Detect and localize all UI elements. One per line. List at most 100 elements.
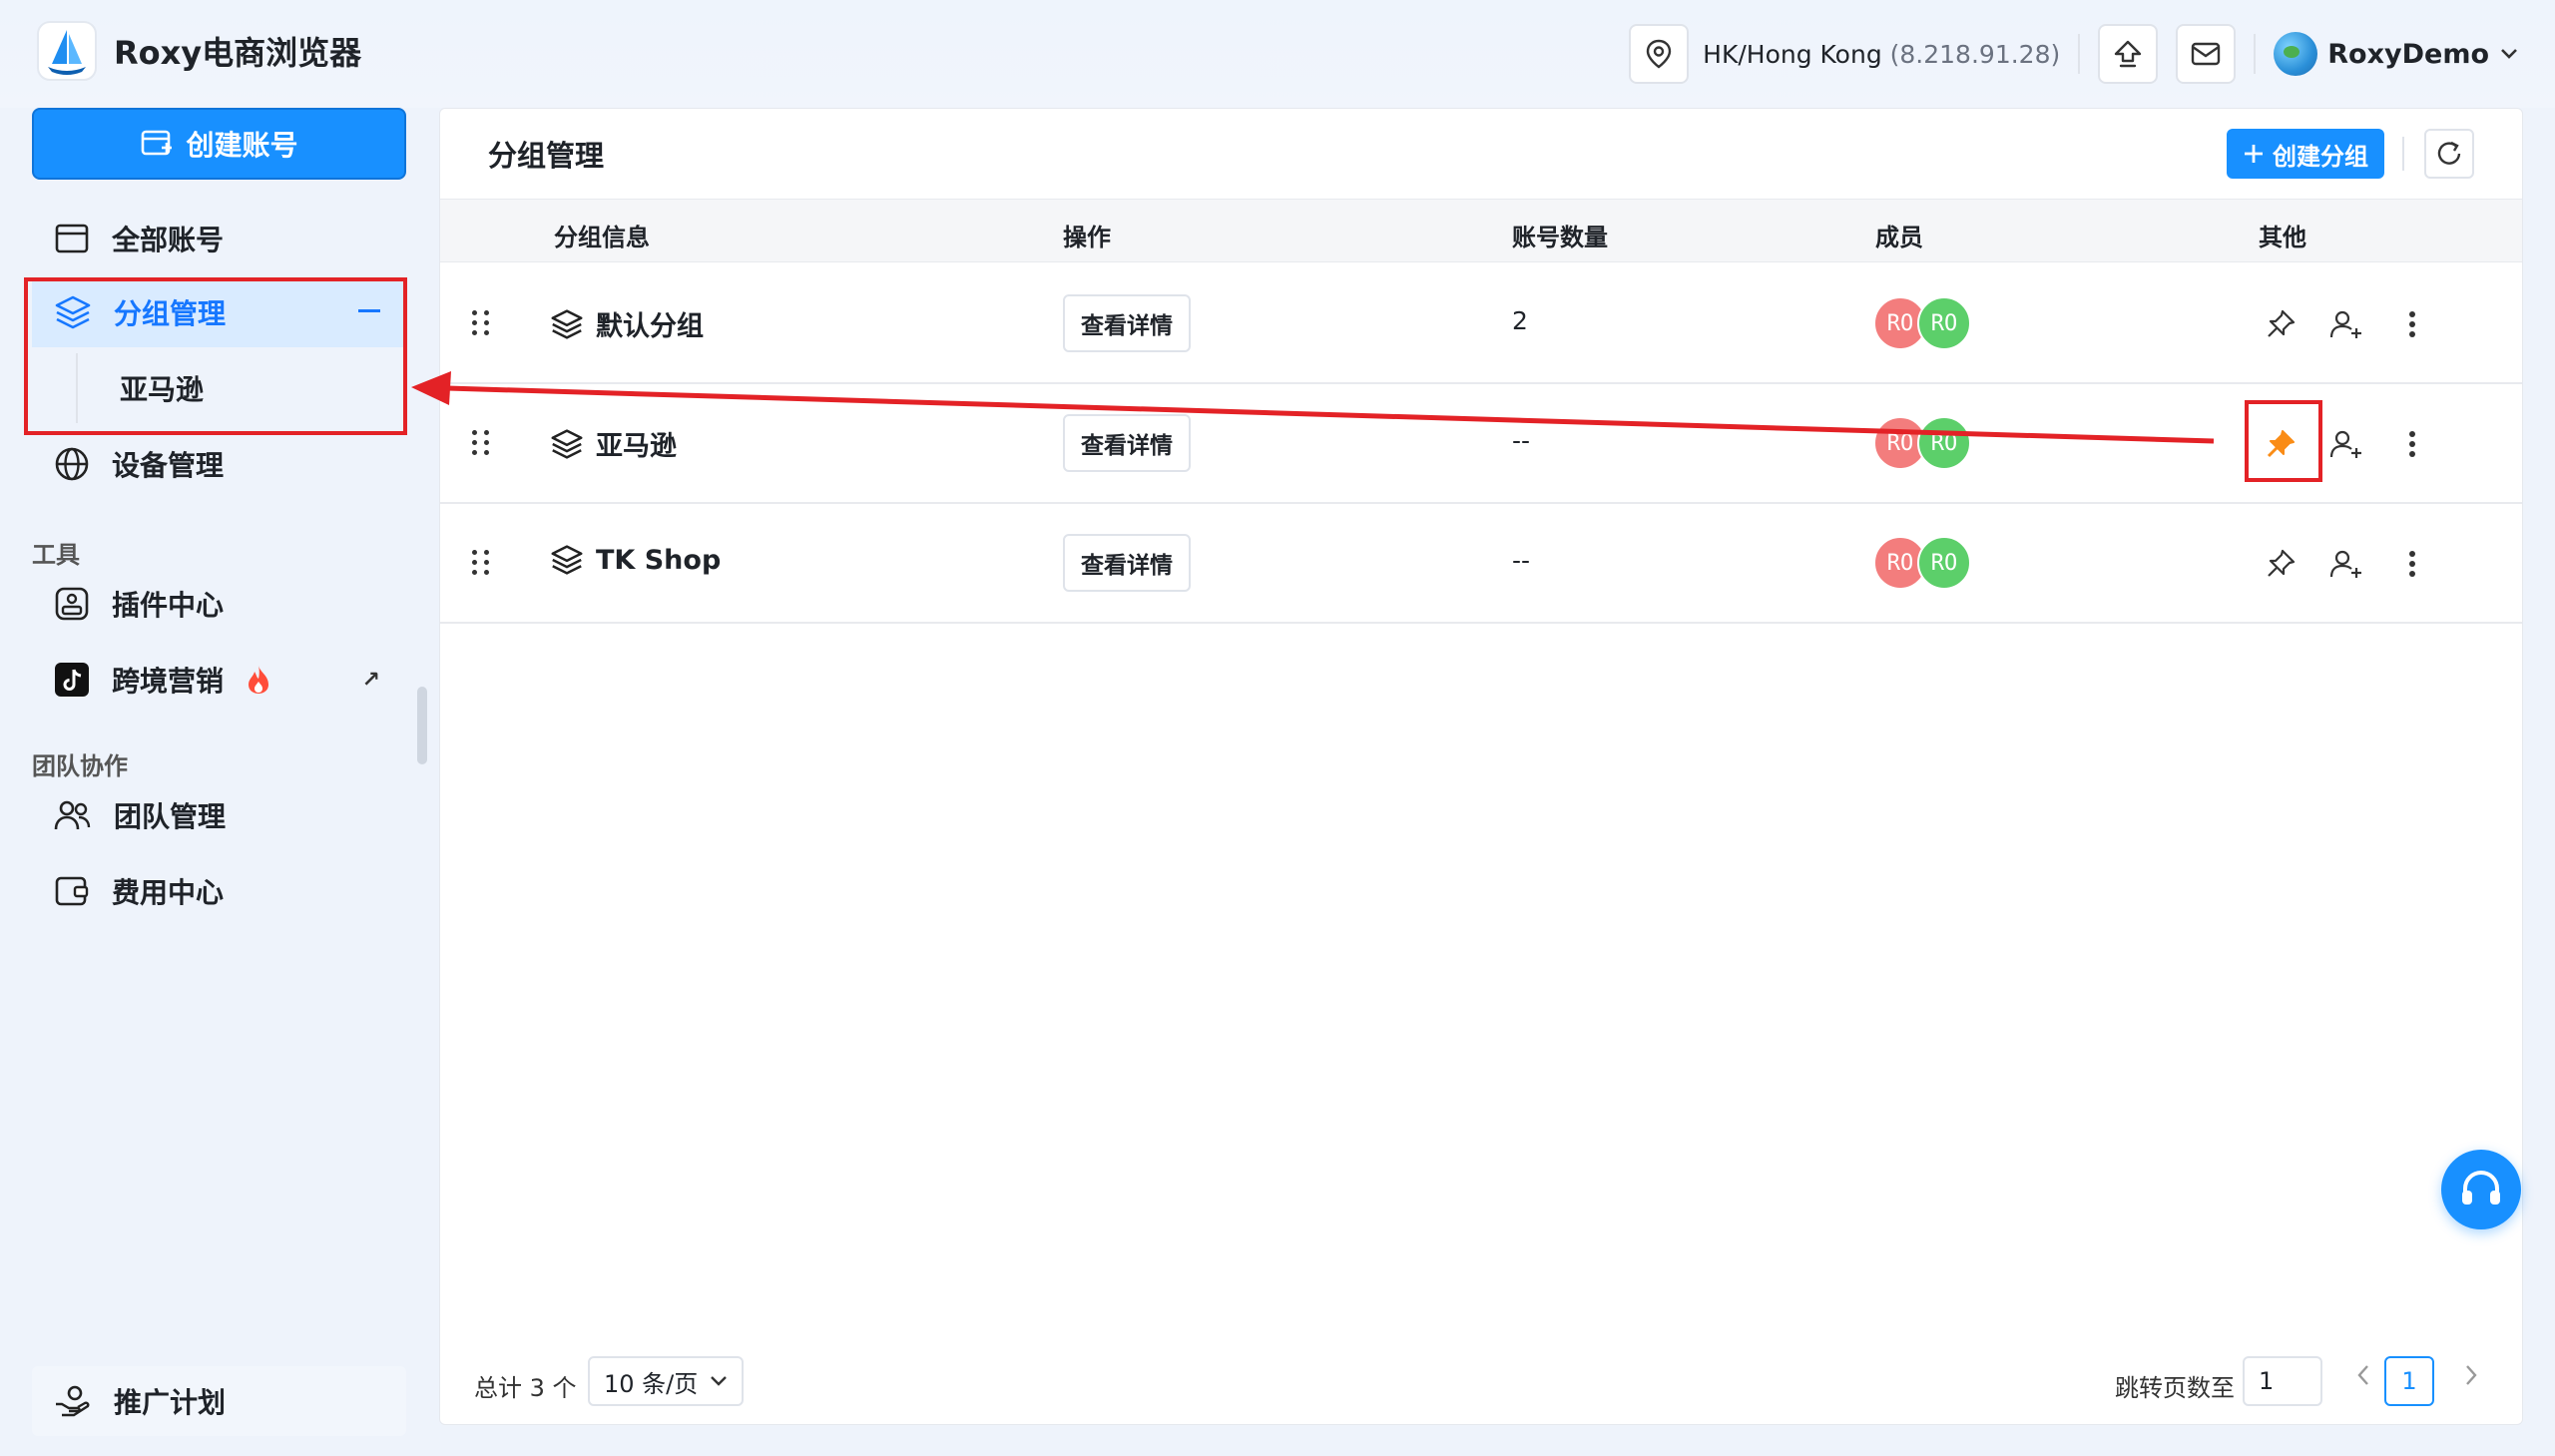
sidebar-item-cross-border-marketing[interactable]: 跨境营销 ↗: [32, 645, 406, 715]
add-member-icon[interactable]: [2328, 546, 2364, 582]
group-name-cell: 亚马逊: [550, 424, 677, 463]
team-icon: [54, 800, 91, 830]
add-member-icon[interactable]: [2328, 306, 2364, 342]
avatar: RO: [1917, 536, 1971, 590]
more-icon[interactable]: [2394, 546, 2430, 582]
mail-icon[interactable]: [2176, 24, 2237, 84]
layers-icon: [551, 308, 583, 339]
customer-support-button[interactable]: [2441, 1150, 2521, 1229]
sidebar-item-label: 设备管理: [112, 449, 225, 482]
jump-label: 跳转页数至: [2115, 1374, 2235, 1402]
external-link-icon: ↗: [361, 667, 380, 693]
jump-page-input[interactable]: [2243, 1356, 2322, 1406]
create-account-button[interactable]: 创建账号: [32, 108, 406, 180]
column-header: 操作: [1063, 224, 1111, 251]
drag-handle-icon[interactable]: [472, 550, 490, 575]
view-details-button[interactable]: 查看详情: [1063, 414, 1191, 472]
table-row: 亚马逊 查看详情 -- RO RO: [440, 384, 2522, 504]
page-number-current[interactable]: 1: [2384, 1356, 2434, 1406]
divider: [2254, 34, 2257, 74]
column-header: 账号数量: [1512, 224, 1608, 251]
chevron-right-icon[interactable]: [2464, 1364, 2478, 1386]
group-name-cell: TK Shop: [550, 544, 721, 576]
group-name-cell: 默认分组: [550, 304, 704, 343]
sidebar-scrollbar[interactable]: [417, 687, 427, 764]
avatar: RO: [1917, 416, 1971, 470]
sidebar-item-team-management[interactable]: 团队管理: [32, 780, 406, 850]
sidebar-item-label: 全部账号: [112, 224, 225, 256]
sidebar-item-label: 推广计划: [114, 1386, 227, 1419]
row-actions: [2263, 546, 2430, 582]
divider: [2402, 137, 2404, 171]
layers-icon: [551, 428, 583, 459]
member-avatars: RO RO: [1873, 536, 1971, 590]
account-count: 2: [1512, 306, 1528, 335]
create-group-button[interactable]: 创建分组: [2227, 129, 2384, 179]
pin-icon[interactable]: [2263, 546, 2299, 582]
account-count: --: [1512, 426, 1531, 455]
sidebar-item-plugin-center[interactable]: 插件中心: [32, 569, 406, 639]
globe-avatar: [2274, 32, 2318, 76]
sidebar-item-label: 团队管理: [114, 800, 227, 833]
group-name: TK Shop: [596, 544, 722, 576]
view-details-button[interactable]: 查看详情: [1063, 534, 1191, 592]
table-row: TK Shop 查看详情 -- RO RO: [440, 504, 2522, 624]
sidebar-item-label: 跨境营销: [112, 665, 225, 698]
wallet-icon: [55, 876, 89, 906]
column-header: 分组信息: [554, 224, 650, 251]
sidebar-item-all-accounts[interactable]: 全部账号: [32, 204, 406, 273]
brand: Roxy电商浏览器: [36, 20, 361, 82]
proxy-location[interactable]: HK/Hong Kong (8.218.91.28): [1629, 22, 2060, 86]
proxy-ip-label: (8.218.91.28): [1889, 39, 2061, 69]
plus-icon: [2245, 145, 2263, 163]
top-header: Roxy电商浏览器 HK/Hong Kong (8.218.91.28) Rox…: [0, 0, 2555, 108]
card-icon: [55, 224, 89, 253]
sidebar-item-promotion-plan[interactable]: 推广计划: [32, 1366, 406, 1436]
divider: [2078, 34, 2081, 74]
account-count: --: [1512, 546, 1531, 575]
pagination: 总计 3 个 10 条/页 跳转页数至 1: [440, 1334, 2522, 1424]
section-title-team: 团队协作: [32, 752, 128, 780]
page-size-select[interactable]: 10 条/页: [588, 1356, 744, 1406]
sidebar-item-device-management[interactable]: 设备管理: [32, 429, 406, 499]
location-icon[interactable]: [1629, 24, 1690, 84]
more-icon[interactable]: [2394, 426, 2430, 462]
upload-icon[interactable]: [2098, 24, 2159, 84]
chevron-left-icon[interactable]: [2356, 1364, 2370, 1386]
proxy-location-label: HK/Hong Kong: [1703, 39, 1882, 69]
column-header: 成员: [1875, 224, 1923, 251]
view-details-button[interactable]: 查看详情: [1063, 294, 1191, 352]
chevron-down-icon: [2501, 49, 2517, 59]
drag-handle-icon[interactable]: [472, 310, 490, 335]
headset-icon: [2462, 1171, 2500, 1205]
logo-icon: [37, 21, 97, 81]
annotation-highlight-pin: [2245, 400, 2322, 482]
chevron-down-icon: [711, 1376, 727, 1386]
layers-icon: [551, 545, 583, 575]
create-group-label: 创建分组: [2273, 142, 2368, 171]
globe-icon: [55, 447, 89, 481]
add-account-icon: [142, 130, 173, 156]
sidebar-item-billing-center[interactable]: 费用中心: [32, 856, 406, 926]
drag-handle-icon[interactable]: [472, 430, 490, 455]
refresh-icon: [2437, 141, 2461, 165]
more-icon[interactable]: [2394, 306, 2430, 342]
add-member-icon[interactable]: [2328, 426, 2364, 462]
create-account-label: 创建账号: [186, 129, 298, 162]
row-actions: [2263, 306, 2430, 342]
user-menu[interactable]: RoxyDemo: [2274, 32, 2519, 76]
group-name: 亚马逊: [596, 431, 677, 462]
refresh-button[interactable]: [2424, 129, 2474, 179]
plugin-icon: [55, 587, 89, 621]
section-title-tools: 工具: [32, 541, 80, 569]
proxy-ip-text: HK/Hong Kong (8.218.91.28): [1703, 40, 2060, 69]
tiktok-icon: [55, 663, 89, 697]
pin-icon[interactable]: [2263, 306, 2299, 342]
main-panel: 分组管理 创建分组 分组信息 操作 账号数量 成员 其他 默认分组 查看详情 2…: [439, 108, 2523, 1425]
sidebar-item-label: 费用中心: [112, 876, 225, 909]
total-count: 总计 3 个: [474, 1374, 577, 1402]
group-name: 默认分组: [596, 311, 704, 342]
page-title: 分组管理: [488, 139, 605, 173]
annotation-highlight-sidebar: [24, 277, 407, 435]
header-actions: HK/Hong Kong (8.218.91.28) RoxyDemo: [1629, 22, 2519, 86]
